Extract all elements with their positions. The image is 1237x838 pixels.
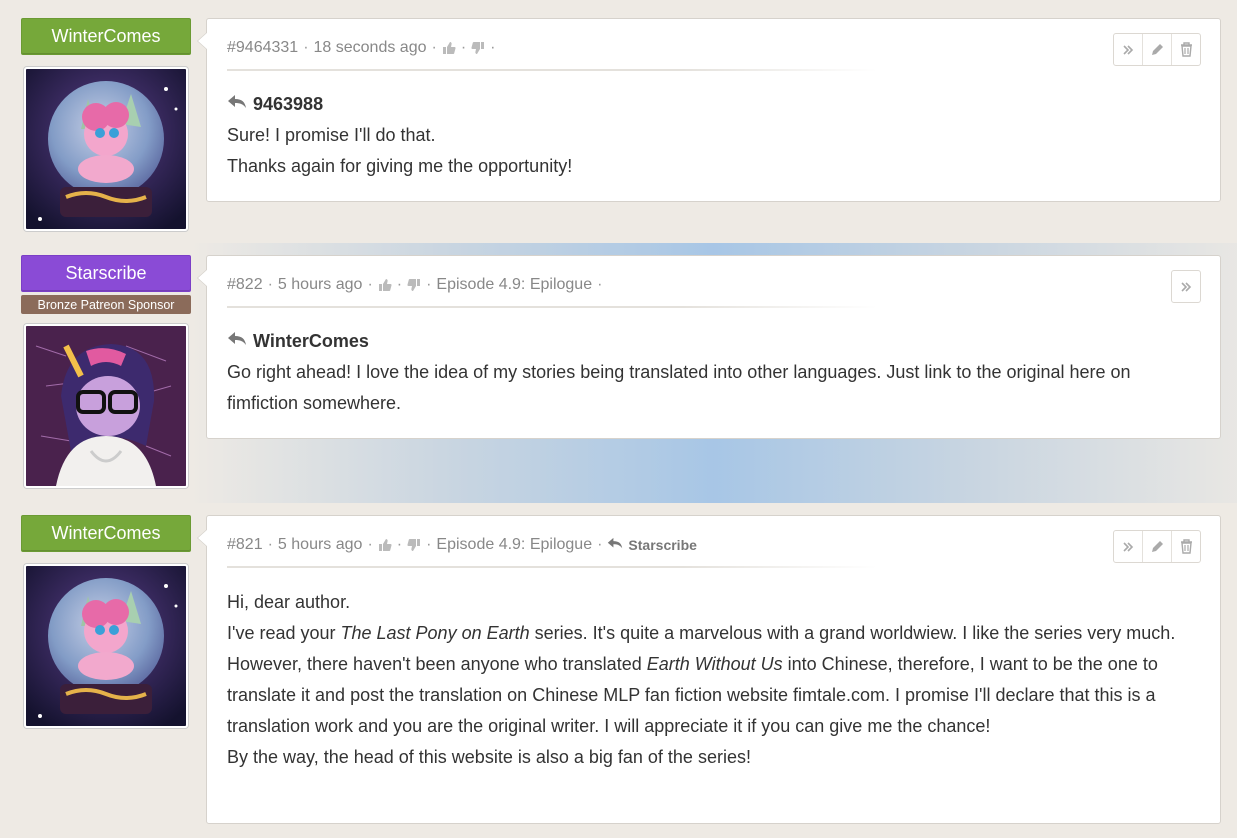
meta-separator: · (460, 39, 467, 56)
avatar[interactable] (24, 67, 188, 231)
comment-actions (1113, 530, 1201, 563)
comment-line: Hi, dear author. (227, 592, 351, 612)
meta-separator: · (597, 536, 603, 553)
comment-bubble: #822 · 5 hours ago · · · Episode 4.9: Ep… (197, 255, 1221, 439)
thumbs-up-icon[interactable] (378, 278, 392, 292)
edit-icon[interactable] (1142, 531, 1171, 562)
comment-line: By the way, the head of this website is … (227, 747, 751, 767)
comment-body: 9463988 Sure! I promise I'll do that. Th… (227, 89, 1194, 182)
comment-time[interactable]: 5 hours ago (278, 536, 363, 554)
comment-meta: #822 · 5 hours ago · · · Episode 4.9: Ep… (227, 276, 607, 294)
delete-icon[interactable] (1171, 34, 1200, 65)
comment-time[interactable]: 5 hours ago (278, 276, 363, 294)
reply-arrow-icon (607, 537, 623, 553)
meta-separator: · (490, 39, 496, 56)
text-segment: I've read your (227, 623, 341, 643)
meta-separator: · (396, 536, 403, 553)
reply-reference[interactable]: 9463988 (227, 89, 1194, 120)
comment-id-link[interactable]: #821 (227, 536, 263, 554)
author-column: WinterComes (21, 18, 191, 231)
comment-line: Go right ahead! I love the idea of my st… (227, 362, 1131, 413)
meta-divider (227, 69, 877, 71)
reply-arrow-icon (227, 326, 247, 357)
meta-separator: · (267, 536, 273, 553)
comment-actions (1171, 270, 1201, 303)
meta-divider (227, 566, 877, 568)
meta-separator: · (303, 39, 309, 56)
edit-icon[interactable] (1142, 34, 1171, 65)
comment-bubble: #821 · 5 hours ago · · · Episode 4.9: Ep… (197, 515, 1221, 824)
comment-body: Hi, dear author. I've read your The Last… (227, 587, 1194, 773)
thumbs-up-icon[interactable] (378, 538, 392, 552)
chapter-link[interactable]: Episode 4.9: Epilogue (436, 536, 592, 554)
comment-id-link[interactable]: #9464331 (227, 39, 298, 57)
text-segment: However, there haven't been anyone who t… (227, 654, 647, 674)
comment-body: WinterComes Go right ahead! I love the i… (227, 326, 1194, 419)
expand-icon[interactable] (1114, 531, 1142, 562)
meta-separator: · (597, 276, 603, 293)
meta-divider (227, 306, 877, 308)
thumbs-down-icon[interactable] (471, 41, 485, 55)
meta-separator: · (367, 276, 373, 293)
meta-separator: · (367, 536, 373, 553)
author-column: Starscribe Bronze Patreon Sponsor (21, 255, 191, 488)
comment-line: Sure! I promise I'll do that. (227, 125, 436, 145)
comment-line: I've read your The Last Pony on Earth se… (227, 618, 1194, 649)
reply-target[interactable]: WinterComes (253, 326, 369, 357)
reply-arrow-icon (227, 89, 247, 120)
comment-meta: #821 · 5 hours ago · · · Episode 4.9: Ep… (227, 536, 697, 554)
author-name-badge[interactable]: WinterComes (21, 18, 191, 55)
comment-time[interactable]: 18 seconds ago (314, 39, 427, 57)
meta-separator: · (426, 536, 432, 553)
thumbs-down-icon[interactable] (407, 538, 421, 552)
meta-separator: · (426, 276, 432, 293)
story-title-italic: Earth Without Us (646, 654, 783, 674)
meta-separator: · (431, 39, 437, 56)
author-name-badge[interactable]: Starscribe (21, 255, 191, 292)
comment-bubble: #9464331 · 18 seconds ago · · · 9463988 … (197, 18, 1221, 202)
reply-reference[interactable]: WinterComes (227, 326, 1194, 357)
expand-icon[interactable] (1114, 34, 1142, 65)
comment-id-link[interactable]: #822 (227, 276, 263, 294)
meta-separator: · (267, 276, 273, 293)
author-name-badge[interactable]: WinterComes (21, 515, 191, 552)
text-segment: series. It's quite a marvelous with a gr… (529, 623, 1176, 643)
meta-separator: · (396, 276, 403, 293)
reply-to-name[interactable]: Starscribe (628, 537, 696, 553)
comment-line: Thanks again for giving me the opportuni… (227, 156, 573, 176)
reply-target[interactable]: 9463988 (253, 89, 323, 120)
chapter-link[interactable]: Episode 4.9: Epilogue (436, 276, 592, 294)
sponsor-badge: Bronze Patreon Sponsor (21, 295, 191, 314)
avatar[interactable] (24, 564, 188, 728)
expand-icon[interactable] (1172, 271, 1200, 302)
avatar[interactable] (24, 324, 188, 488)
delete-icon[interactable] (1171, 531, 1200, 562)
comment-meta: #9464331 · 18 seconds ago · · · (227, 39, 500, 57)
comment-actions (1113, 33, 1201, 66)
story-title-italic: The Last Pony on Earth (340, 623, 530, 643)
thumbs-up-icon[interactable] (442, 41, 456, 55)
reply-to-link[interactable]: Starscribe (607, 537, 697, 553)
author-column: WinterComes (21, 515, 191, 728)
comment-line: However, there haven't been anyone who t… (227, 649, 1194, 742)
thumbs-down-icon[interactable] (407, 278, 421, 292)
